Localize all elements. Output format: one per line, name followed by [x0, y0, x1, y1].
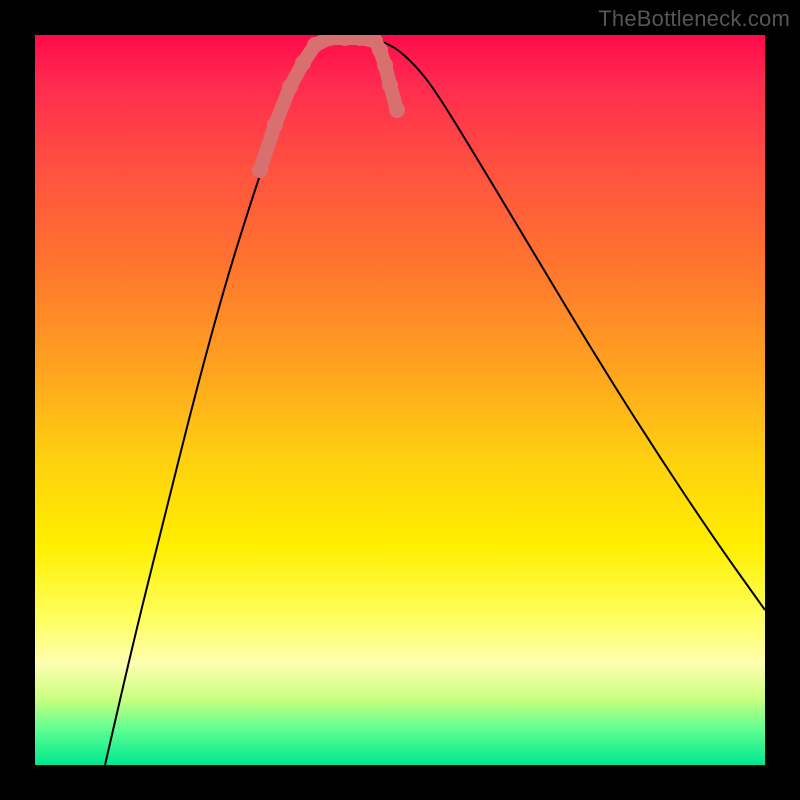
- chart-container: TheBottleneck.com: [0, 0, 800, 800]
- curve-layer: [105, 37, 765, 765]
- highlight-point: [377, 57, 393, 73]
- highlight-point: [389, 102, 405, 118]
- highlight-point: [282, 79, 298, 95]
- highlight-point: [267, 117, 283, 133]
- highlight-point: [372, 42, 388, 58]
- highlight-stroke: [260, 38, 397, 170]
- plot-area: [35, 35, 765, 765]
- highlight-point: [295, 55, 311, 71]
- chart-svg: [35, 35, 765, 765]
- watermark-text: TheBottleneck.com: [598, 6, 790, 32]
- marker-layer: [252, 35, 405, 178]
- bottleneck-curve-path: [105, 37, 765, 765]
- highlight-point: [307, 37, 323, 53]
- highlight-point: [252, 162, 268, 178]
- highlight-point: [382, 77, 398, 93]
